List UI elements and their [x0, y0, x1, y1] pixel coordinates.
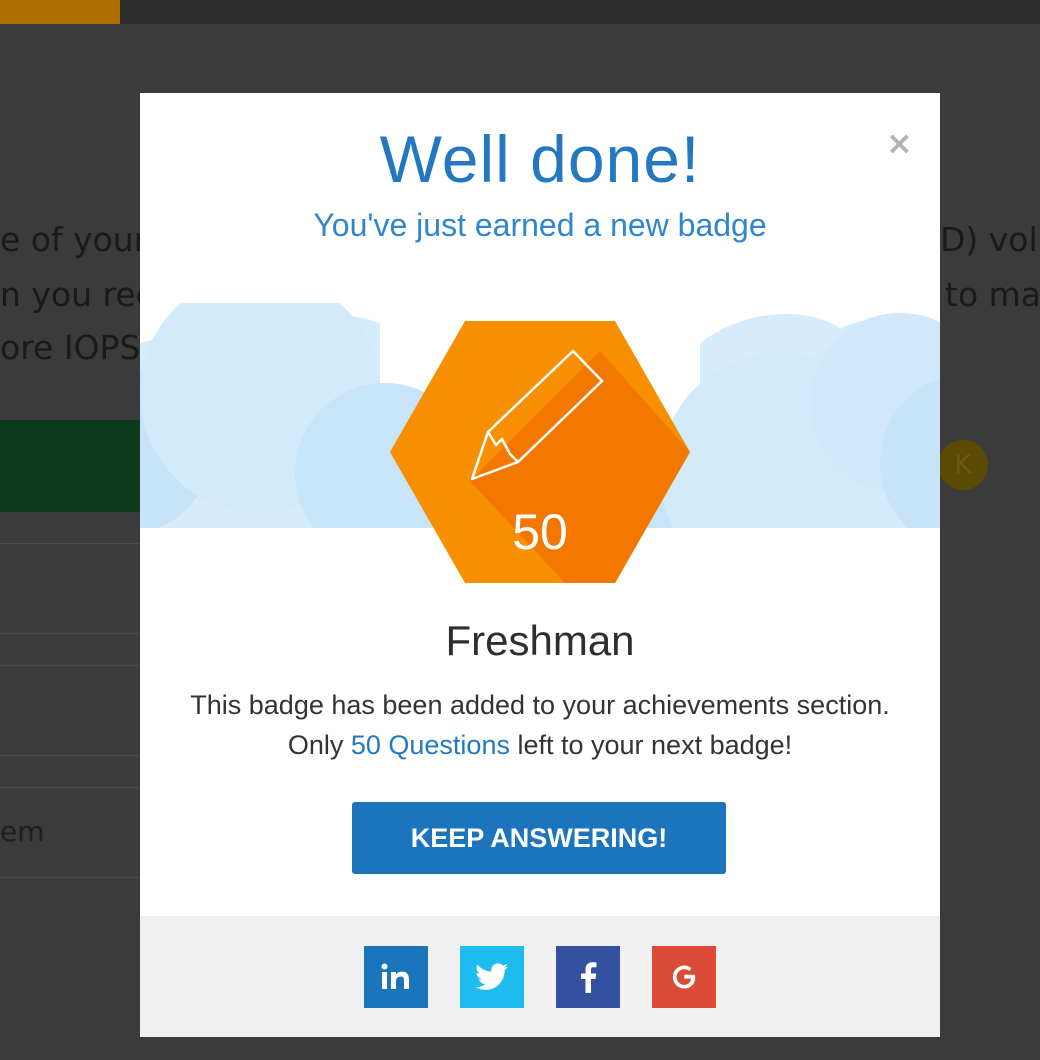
linkedin-share-button[interactable] — [364, 946, 428, 1008]
progress-text-pre: Only — [287, 730, 351, 760]
background-green-button — [0, 420, 160, 512]
background-row-text: em — [0, 815, 45, 848]
linkedin-icon — [381, 963, 409, 989]
progress-text-post: left to your next badge! — [509, 730, 793, 760]
background-text-line: n you rec — [0, 275, 154, 314]
background-divider — [0, 755, 160, 756]
facebook-share-button[interactable] — [556, 946, 620, 1008]
background-divider — [0, 665, 160, 666]
google-share-button[interactable] — [652, 946, 716, 1008]
share-bar — [140, 916, 940, 1037]
background-logo-bar — [0, 0, 120, 24]
background-divider — [0, 543, 160, 544]
modal-subtitle: You've just earned a new badge — [313, 207, 767, 243]
questions-link[interactable]: 50 Questions — [351, 730, 510, 760]
badge-number: 50 — [512, 504, 568, 560]
twitter-bird-icon — [475, 963, 508, 990]
background-top-nav — [120, 0, 1040, 24]
background-text-line: ore IOPS — [0, 328, 141, 367]
background-divider — [0, 877, 160, 878]
background-divider — [0, 633, 160, 634]
modal-title: Well done! — [379, 122, 701, 196]
background-text-line: D) vol — [940, 220, 1038, 259]
facebook-icon — [581, 962, 597, 993]
keep-answering-button[interactable]: KEEP ANSWERING! — [352, 802, 726, 874]
badge-earned-modal: × Well done! You've just earned a new ba… — [140, 93, 940, 1037]
background-text-line: to ma — [945, 275, 1040, 314]
badge-description-line: This badge has been added to your achiev… — [190, 690, 890, 720]
twitter-share-button[interactable] — [460, 946, 524, 1008]
badge-name: Freshman — [445, 617, 635, 664]
badge-progress-line: Only 50 Questions left to your next badg… — [140, 725, 940, 765]
background-text-line: e of your — [0, 220, 148, 259]
background-avatar: K — [938, 440, 988, 490]
google-icon — [672, 965, 696, 989]
badge-description: This badge has been added to your achiev… — [140, 685, 940, 765]
background-divider — [0, 787, 160, 788]
